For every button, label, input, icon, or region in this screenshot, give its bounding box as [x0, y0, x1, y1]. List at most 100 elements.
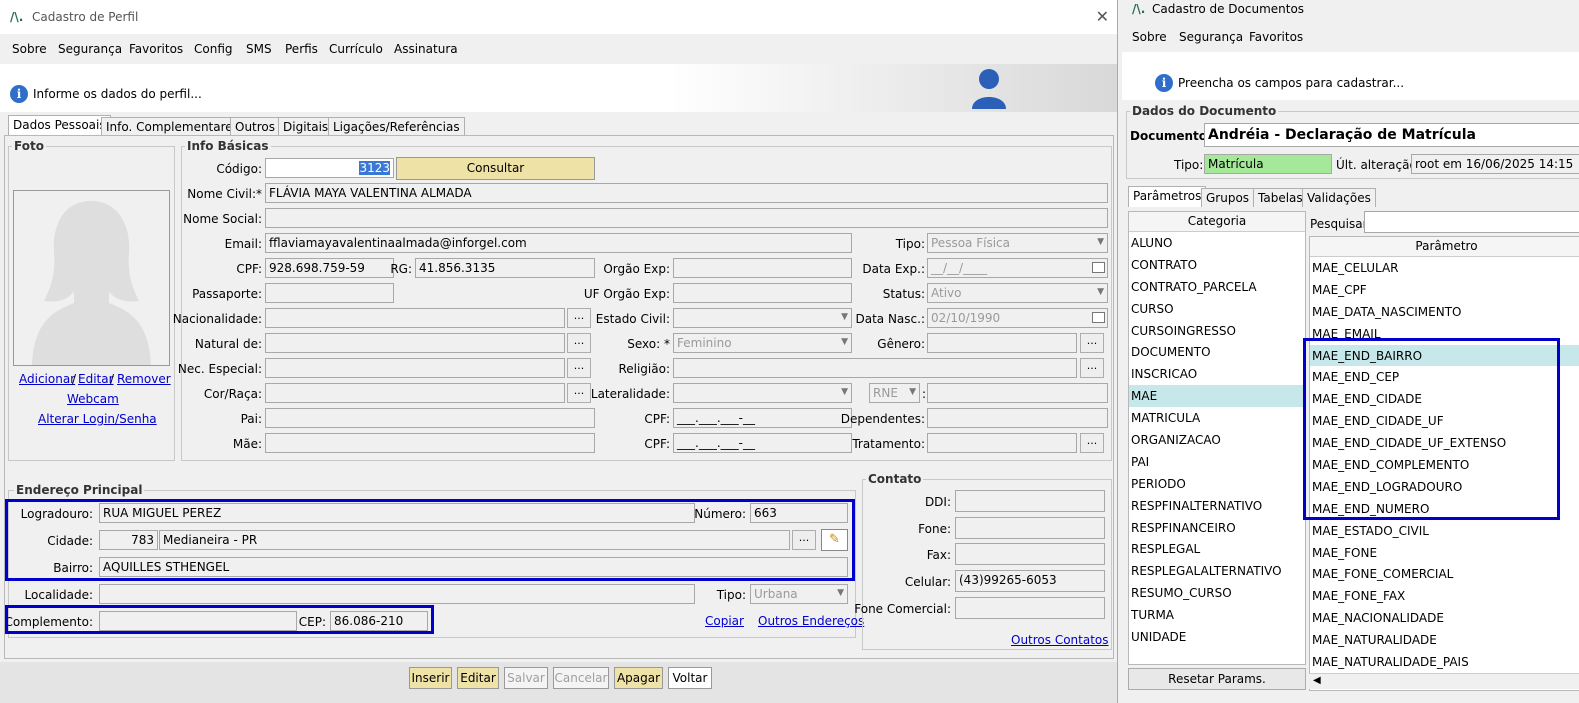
scroll-left-icon[interactable]: ◀ [1313, 675, 1321, 686]
ult-alteracao-input[interactable]: root em 16/06/2025 14:15 [1411, 154, 1579, 174]
categoria-item[interactable]: CURSO [1129, 298, 1305, 320]
salvar-button[interactable]: Salvar [504, 667, 548, 689]
menu-sobre[interactable]: Sobre [12, 42, 47, 56]
webcam-link[interactable]: Webcam [67, 392, 119, 406]
data-exp-input[interactable]: __/__/____ [927, 258, 1108, 278]
menu-sms[interactable]: SMS [246, 42, 272, 56]
tab-info-complementares[interactable]: Info. Complementares [101, 117, 244, 136]
categoria-item[interactable]: MAE [1129, 385, 1305, 408]
tab-validacoes[interactable]: Validações [1302, 188, 1376, 207]
categoria-item[interactable]: PAI [1129, 451, 1305, 473]
rne-input[interactable] [927, 383, 1108, 403]
tratamento-lookup-button[interactable]: ... [1080, 433, 1104, 453]
parametro-item[interactable]: MAE_NATURALIDADE_PAIS [1310, 651, 1579, 673]
documento-input[interactable]: Andréia - Declaração de Matrícula [1204, 123, 1579, 147]
natural-lookup-button[interactable]: ... [567, 333, 591, 353]
dependentes-input[interactable] [927, 408, 1108, 428]
lateralidade-select[interactable]: ▼ [673, 383, 852, 403]
categoria-item[interactable]: INSCRICAO [1129, 363, 1305, 385]
editar-link[interactable]: Editar [78, 372, 114, 386]
fone-input[interactable] [955, 517, 1105, 539]
estado-civil-select[interactable]: ▼ [673, 308, 852, 328]
cpf-mae-input[interactable]: ___.___.___-__ [673, 433, 852, 453]
menu-favoritos[interactable]: Favoritos [129, 42, 183, 56]
nec-especial-input[interactable] [265, 358, 565, 378]
categoria-item[interactable]: RESUMO_CURSO [1129, 582, 1305, 604]
calendar-icon[interactable] [1092, 262, 1105, 273]
outros-enderecos-link[interactable]: Outros Endereços [758, 614, 864, 628]
categoria-item[interactable]: TURMA [1129, 604, 1305, 626]
categoria-item[interactable]: PERIODO [1129, 473, 1305, 495]
ddi-input[interactable] [955, 490, 1105, 512]
remover-link[interactable]: Remover [117, 372, 171, 386]
nacionalidade-lookup-button[interactable]: ... [567, 308, 591, 328]
rg-input[interactable]: 41.856.3135 [415, 258, 595, 278]
categoria-item[interactable]: CONTRATO_PARCELA [1129, 276, 1305, 298]
parametro-item[interactable]: MAE_CELULAR [1310, 257, 1579, 279]
menu-config[interactable]: Config [194, 42, 233, 56]
categoria-item[interactable]: CONTRATO [1129, 254, 1305, 276]
voltar-button[interactable]: Voltar [668, 667, 712, 689]
codigo-input[interactable]: 3123 [265, 158, 394, 178]
pesquisar-input[interactable] [1364, 211, 1579, 233]
cpf-input[interactable]: 928.698.759-59 [265, 258, 394, 278]
parametro-item[interactable]: MAE_CPF [1310, 279, 1579, 301]
cpf-pai-input[interactable]: ___.___.___-__ [673, 408, 852, 428]
parametro-item[interactable]: MAE_NATURALIDADE [1310, 629, 1579, 651]
fone-comercial-input[interactable] [955, 597, 1105, 619]
categoria-item[interactable]: ORGANIZACAO [1129, 429, 1305, 451]
rne-select[interactable]: RNE ▼ [869, 383, 920, 403]
categoria-item[interactable]: DOCUMENTO [1129, 341, 1305, 363]
menu-curriculo[interactable]: Currículo [329, 42, 383, 56]
editar-button[interactable]: Editar [457, 667, 499, 689]
parametro-item[interactable]: MAE_FONE_COMERCIAL [1310, 563, 1579, 585]
religiao-lookup-button[interactable]: ... [1080, 358, 1104, 378]
outros-contatos-link[interactable]: Outros Contatos [1011, 633, 1109, 647]
categoria-item[interactable]: RESPFINANCEIRO [1129, 517, 1305, 539]
nacionalidade-input[interactable] [265, 308, 565, 328]
adicionar-link[interactable]: Adicionar [19, 372, 75, 386]
celular-input[interactable]: (43)99265-6053 [955, 570, 1105, 592]
categoria-item[interactable]: MATRICULA [1129, 407, 1305, 429]
categoria-item[interactable]: CURSOINGRESSO [1129, 320, 1305, 342]
genero-input[interactable] [927, 333, 1077, 353]
tab-ligacoes[interactable]: Ligações/Referências [328, 117, 465, 136]
categoria-item[interactable]: RESPLEGAL [1129, 538, 1305, 560]
tab-digitais[interactable]: Digitais [278, 117, 334, 136]
horizontal-scrollbar[interactable]: ◀ [1309, 673, 1579, 689]
close-icon[interactable]: ✕ [1096, 7, 1109, 26]
cancelar-button[interactable]: Cancelar [553, 667, 609, 689]
alterar-login-link[interactable]: Alterar Login/Senha [38, 412, 157, 426]
copiar-link[interactable]: Copiar [705, 614, 744, 628]
orgao-exp-input[interactable] [673, 258, 852, 278]
doc-menu-favoritos[interactable]: Favoritos [1249, 30, 1303, 44]
categoria-item[interactable]: RESPLEGALALTERNATIVO [1129, 560, 1305, 582]
cor-raca-lookup-button[interactable]: ... [567, 383, 591, 403]
uf-orgao-input[interactable] [673, 283, 852, 303]
tipo-select[interactable]: Pessoa Física ▼ [927, 233, 1108, 253]
tipo-end-select[interactable]: Urbana ▼ [750, 584, 848, 604]
menu-perfis[interactable]: Perfis [285, 42, 318, 56]
religiao-input[interactable] [673, 358, 1077, 378]
menu-assinatura[interactable]: Assinatura [394, 42, 458, 56]
tab-dados-pessoais[interactable]: Dados Pessoais [8, 115, 111, 136]
passaporte-input[interactable] [265, 283, 394, 303]
tab-tabelas[interactable]: Tabelas [1253, 188, 1308, 207]
parametro-item[interactable]: MAE_ESTADO_CIVIL [1310, 520, 1579, 542]
pai-input[interactable] [265, 408, 595, 428]
mae-input[interactable] [265, 433, 595, 453]
tab-grupos[interactable]: Grupos [1201, 188, 1255, 207]
categoria-item[interactable]: RESPFINALTERNATIVO [1129, 495, 1305, 517]
sexo-select[interactable]: Feminino ▼ [673, 333, 852, 353]
tab-parametros[interactable]: Parâmetros [1128, 186, 1207, 207]
apagar-button[interactable]: Apagar [614, 667, 663, 689]
nome-civil-input[interactable]: FLÁVIA MAYA VALENTINA ALMADA [265, 183, 1108, 203]
doc-menu-seguranca[interactable]: Segurança [1179, 30, 1243, 44]
categoria-item[interactable]: ALUNO [1129, 232, 1305, 254]
natural-input[interactable] [265, 333, 565, 353]
fax-input[interactable] [955, 543, 1105, 565]
calendar-icon[interactable] [1092, 312, 1105, 323]
localidade-input[interactable] [99, 584, 695, 604]
parametro-item[interactable]: MAE_FONE [1310, 542, 1579, 564]
email-input[interactable]: fflaviamayavalentinaalmada@inforgel.com [265, 233, 852, 253]
